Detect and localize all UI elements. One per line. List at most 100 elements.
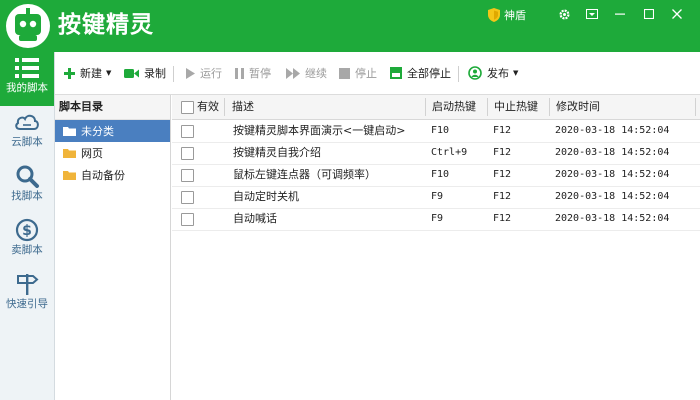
column-header-modified-time[interactable]: 修改时间 <box>556 95 600 119</box>
stop-all-button[interactable]: 全部停止 <box>390 65 451 81</box>
toolbar: 新建 ▼ 录制 运行 暂停 继续 停止 全部停止 发布 ▼ <box>55 52 700 95</box>
search-icon <box>16 165 39 188</box>
stop-button[interactable]: 停止 <box>339 65 377 81</box>
row-modified-time: 2020-03-18 14:52:04 <box>555 125 670 136</box>
sidebar-item-label: 找脚本 <box>11 190 43 202</box>
app-logo-icon <box>4 2 52 50</box>
new-button[interactable]: 新建 ▼ <box>64 65 111 81</box>
folder-icon <box>63 171 76 180</box>
script-table: 有效 描述 启动热键 中止热键 修改时间 按键精灵脚本界面演示<一键启动> F1… <box>172 95 700 400</box>
table-row[interactable]: 自动喊话 F9 F12 2020-03-18 14:52:04 <box>172 208 700 231</box>
row-stop-hotkey: F12 <box>493 147 512 158</box>
table-row[interactable]: 鼠标左键连点器（可调频率） F10 F12 2020-03-18 14:52:0… <box>172 164 700 187</box>
row-description: 按键精灵自我介绍 <box>233 146 321 159</box>
pause-label: 暂停 <box>249 67 271 80</box>
settings-button[interactable] <box>551 4 577 24</box>
table-header: 有效 描述 启动热键 中止热键 修改时间 <box>172 95 700 120</box>
column-divider <box>549 98 550 116</box>
sidebar-item-label: 卖脚本 <box>11 244 43 256</box>
row-start-hotkey: F10 <box>431 169 450 180</box>
folder-item-auto-backup[interactable]: 自动备份 <box>55 164 170 186</box>
row-enabled-checkbox[interactable] <box>181 191 194 204</box>
column-header-start-hotkey[interactable]: 启动热键 <box>432 95 476 119</box>
close-button[interactable] <box>664 4 690 24</box>
sidebar: 我的脚本 云脚本 找脚本 $ 卖脚本 快速引导 <box>0 52 55 400</box>
folder-icon <box>63 149 76 158</box>
row-description: 按键精灵脚本界面演示<一键启动> <box>233 124 406 137</box>
sidebar-item-label: 我的脚本 <box>6 82 48 94</box>
column-header-stop-hotkey[interactable]: 中止热键 <box>494 95 538 119</box>
video-camera-icon <box>124 68 139 78</box>
row-enabled-checkbox[interactable] <box>181 213 194 226</box>
script-directory-panel: 脚本目录 未分类 网页 自动备份 <box>55 95 171 400</box>
sidebar-item-quick-guide[interactable]: 快速引导 <box>0 268 54 322</box>
continue-label: 继续 <box>305 67 327 80</box>
svg-text:$: $ <box>22 223 32 239</box>
sidebar-item-find-scripts[interactable]: 找脚本 <box>0 160 54 214</box>
column-divider <box>487 98 488 116</box>
row-enabled-checkbox[interactable] <box>181 169 194 182</box>
row-start-hotkey: Ctrl+9 <box>431 147 468 158</box>
sidebar-item-my-scripts[interactable]: 我的脚本 <box>0 52 54 106</box>
chevron-down-icon: ▼ <box>513 69 519 77</box>
column-divider <box>695 98 696 116</box>
row-stop-hotkey: F12 <box>493 213 512 224</box>
chevron-down-icon: ▼ <box>106 69 112 77</box>
column-divider <box>425 98 426 116</box>
publish-button[interactable]: 发布 ▼ <box>468 65 518 81</box>
folder-label: 自动备份 <box>81 169 125 182</box>
row-description: 自动喊话 <box>233 212 277 225</box>
minimize-button[interactable] <box>607 4 633 24</box>
signpost-icon <box>17 274 39 295</box>
play-icon <box>186 67 195 79</box>
run-label: 运行 <box>200 67 222 80</box>
list-icon <box>15 58 39 78</box>
stop-all-label: 全部停止 <box>407 67 451 80</box>
row-modified-time: 2020-03-18 14:52:04 <box>555 213 670 224</box>
pause-icon <box>235 67 244 79</box>
dollar-icon: $ <box>15 218 39 242</box>
record-label: 录制 <box>144 67 166 80</box>
folder-item-web[interactable]: 网页 <box>55 142 170 164</box>
row-stop-hotkey: F12 <box>493 191 512 202</box>
sidebar-item-label: 云脚本 <box>11 136 43 148</box>
plus-icon <box>64 67 75 79</box>
cloud-icon <box>15 114 39 130</box>
column-divider <box>224 98 225 116</box>
row-stop-hotkey: F12 <box>493 169 512 180</box>
toolbar-divider <box>173 66 174 82</box>
menu-button[interactable] <box>579 4 605 24</box>
select-all-checkbox[interactable] <box>181 101 194 114</box>
vip-badge[interactable]: 神盾 <box>488 7 526 23</box>
maximize-icon <box>644 9 654 19</box>
row-enabled-checkbox[interactable] <box>181 147 194 160</box>
menu-icon <box>586 9 598 19</box>
folder-label: 网页 <box>81 147 103 160</box>
table-row[interactable]: 自动定时关机 F9 F12 2020-03-18 14:52:04 <box>172 186 700 209</box>
sidebar-item-cloud-scripts[interactable]: 云脚本 <box>0 106 54 160</box>
publish-label: 发布 <box>487 67 509 80</box>
row-description: 自动定时关机 <box>233 190 299 203</box>
stop-label: 停止 <box>355 67 377 80</box>
table-row[interactable]: 按键精灵脚本界面演示<一键启动> F10 F12 2020-03-18 14:5… <box>172 120 700 143</box>
record-button[interactable]: 录制 <box>124 65 166 81</box>
column-header-valid[interactable]: 有效 <box>197 95 219 119</box>
row-modified-time: 2020-03-18 14:52:04 <box>555 169 670 180</box>
toolbar-divider <box>458 66 459 82</box>
folder-icon <box>63 127 76 136</box>
title-bar: 按键精灵 神盾 <box>0 0 700 52</box>
publish-icon <box>468 66 482 80</box>
folder-item-uncategorized[interactable]: 未分类 <box>55 120 170 142</box>
column-header-description[interactable]: 描述 <box>232 95 254 119</box>
row-enabled-checkbox[interactable] <box>181 125 194 138</box>
pause-button[interactable]: 暂停 <box>235 65 271 81</box>
run-button[interactable]: 运行 <box>186 65 222 81</box>
stop-all-icon <box>390 67 402 79</box>
close-icon <box>672 9 682 19</box>
sidebar-item-sell-scripts[interactable]: $ 卖脚本 <box>0 214 54 268</box>
maximize-button[interactable] <box>636 4 662 24</box>
continue-button[interactable]: 继续 <box>286 65 327 81</box>
row-start-hotkey: F10 <box>431 125 450 136</box>
table-row[interactable]: 按键精灵自我介绍 Ctrl+9 F12 2020-03-18 14:52:04 <box>172 142 700 165</box>
shield-icon <box>488 8 500 22</box>
